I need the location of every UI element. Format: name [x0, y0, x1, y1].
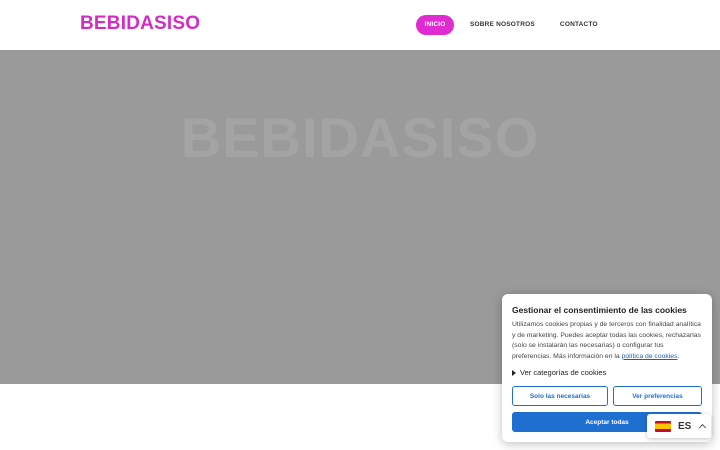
language-code: ES [678, 420, 692, 432]
only-necessary-button[interactable]: Solo las necesarias [512, 386, 608, 406]
site-header: BEBIDASISO INICIO SOBRE NOSOTROS CONTACT… [0, 0, 720, 50]
hero-title: BEBIDASISO [180, 106, 540, 169]
cookie-title: Gestionar el consentimiento de las cooki… [512, 305, 687, 315]
spain-flag-icon [655, 420, 671, 432]
language-switcher[interactable]: ES [647, 414, 711, 438]
nav-sobre-nosotros[interactable]: SOBRE NOSOTROS [460, 15, 545, 35]
nav-inicio[interactable]: INICIO [416, 15, 454, 35]
site-logo[interactable]: BEBIDASISO [80, 13, 200, 35]
cookie-description: Utilizamos cookies propias y de terceros… [512, 320, 702, 362]
cookie-categories-label: Ver categorías de cookies [520, 368, 607, 377]
view-preferences-button[interactable]: Ver preferencias [613, 386, 702, 406]
cookie-button-row: Solo las necesarias Ver preferencias [512, 386, 702, 406]
cookie-categories-toggle[interactable]: Ver categorías de cookies [512, 368, 702, 377]
cookie-text-end: . [677, 352, 680, 360]
nav-contacto[interactable]: CONTACTO [550, 15, 608, 35]
disclosure-triangle-icon [512, 369, 516, 376]
cookie-policy-link[interactable]: política de cookies [622, 353, 678, 360]
main-nav: INICIO SOBRE NOSOTROS CONTACTO [416, 15, 608, 35]
chevron-up-icon [699, 423, 707, 432]
